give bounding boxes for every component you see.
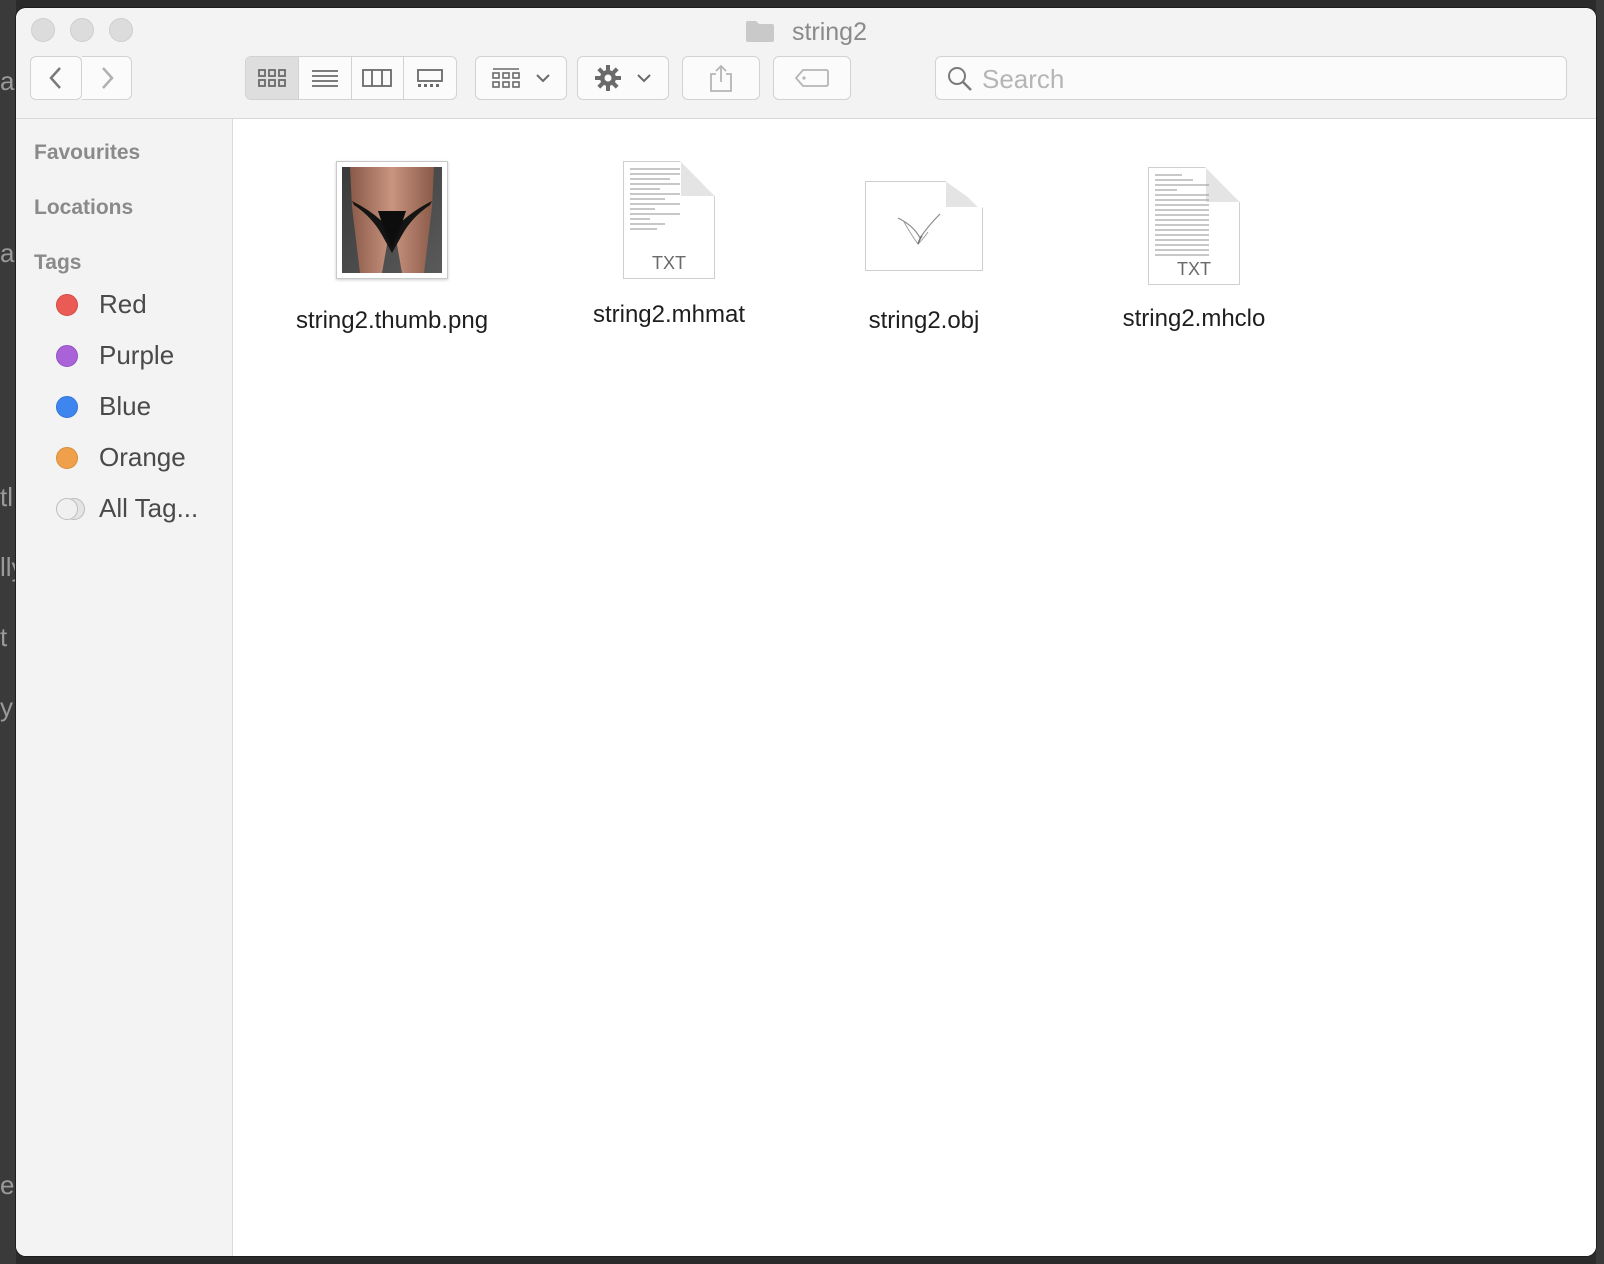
- search-field[interactable]: [935, 56, 1567, 100]
- folder-icon: [746, 21, 774, 42]
- blue-tag-dot-icon: [56, 395, 78, 418]
- back-button[interactable]: [30, 56, 82, 100]
- image-thumbnail: [336, 161, 448, 279]
- file-item[interactable]: string2.obj: [824, 181, 1024, 337]
- sidebar: Favourites Locations Tags Red Purple Blu…: [16, 119, 233, 1256]
- column-view-button[interactable]: [352, 57, 405, 99]
- search-icon: [948, 67, 972, 91]
- sidebar-tag-orange[interactable]: Orange: [56, 442, 186, 473]
- view-mode-control: [245, 56, 457, 100]
- sidebar-tag-red[interactable]: Red: [56, 289, 147, 320]
- file-type-badge: TXT: [1177, 259, 1211, 279]
- chevron-down-icon: [637, 74, 651, 83]
- sidebar-section-favourites[interactable]: Favourites: [34, 141, 140, 165]
- background-app-strip-right: [1596, 0, 1604, 1264]
- window-title: string2: [16, 18, 1596, 46]
- sidebar-tag-label: All Tag...: [99, 493, 199, 523]
- gear-icon: [595, 65, 621, 91]
- file-item[interactable]: string2.thumb.png: [292, 161, 492, 337]
- sidebar-tag-label: Purple: [99, 340, 175, 370]
- group-by-button[interactable]: [475, 56, 567, 100]
- group-grid-icon: [492, 68, 520, 88]
- sidebar-section-tags[interactable]: Tags: [34, 251, 81, 275]
- garment-preview-icon: [897, 213, 941, 245]
- share-icon: [710, 64, 732, 92]
- background-app-strip: ar a tl lly t y es: [0, 0, 27, 1264]
- list-view-button[interactable]: [299, 57, 352, 99]
- finder-window: string2 Search Favourites Locations Tags…: [16, 8, 1596, 1256]
- text-document-icon: TXT: [623, 161, 715, 279]
- sidebar-section-locations[interactable]: Locations: [34, 196, 133, 220]
- red-tag-dot-icon: [56, 293, 78, 316]
- gallery-view-button[interactable]: [404, 57, 456, 99]
- text-document-icon: TXT: [1148, 167, 1240, 285]
- chevron-down-icon: [536, 74, 550, 83]
- purple-tag-dot-icon: [56, 344, 78, 367]
- sidebar-all-tags[interactable]: All Tag...: [56, 493, 198, 524]
- list-icon: [311, 70, 338, 87]
- file-name: string2.thumb.png: [295, 307, 489, 334]
- file-name: string2.obj: [868, 307, 980, 334]
- file-item[interactable]: TXT string2.mhmat: [569, 161, 769, 331]
- sidebar-tag-label: Orange: [99, 442, 186, 472]
- columns-icon: [362, 69, 393, 87]
- sidebar-tag-label: Blue: [99, 391, 152, 421]
- chevron-right-icon: [101, 67, 114, 89]
- all-tags-icon: [56, 497, 86, 521]
- document-preview-icon: [865, 181, 983, 271]
- orange-tag-dot-icon: [56, 446, 78, 469]
- chevron-left-icon: [49, 67, 61, 89]
- file-type-badge: TXT: [652, 253, 686, 273]
- garment-thumbnail-icon: [342, 167, 442, 273]
- share-button[interactable]: [682, 56, 760, 100]
- sidebar-tag-purple[interactable]: Purple: [56, 340, 174, 371]
- tag-icon: [794, 69, 829, 87]
- forward-button[interactable]: [82, 56, 132, 100]
- sidebar-tag-blue[interactable]: Blue: [56, 391, 151, 422]
- icon-grid-icon: [257, 69, 286, 87]
- file-item[interactable]: TXT string2.mhclo: [1094, 167, 1294, 335]
- window-title-text: string2: [791, 18, 867, 46]
- sidebar-tag-label: Red: [99, 289, 147, 319]
- file-name: string2.mhmat: [592, 301, 746, 328]
- action-menu-button[interactable]: [577, 56, 669, 100]
- file-name: string2.mhclo: [1122, 305, 1266, 332]
- icon-view-button[interactable]: [246, 57, 299, 99]
- edit-tags-button[interactable]: [773, 56, 851, 100]
- gallery-icon: [417, 69, 444, 87]
- titlebar: string2: [16, 8, 1596, 119]
- file-browser-content: string2.thumb.png TXT string2.mhmat stri…: [233, 119, 1596, 1256]
- search-input[interactable]: [980, 63, 1554, 95]
